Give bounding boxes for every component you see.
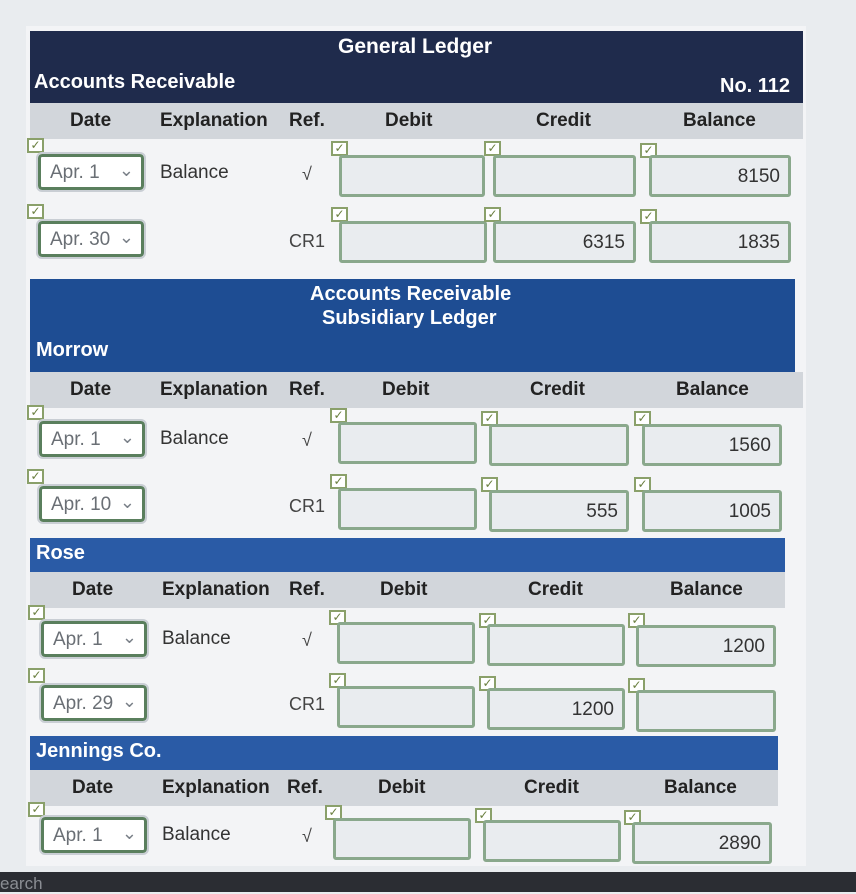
jennings-column-headers: Date Explanation Ref. Debit Credit Balan…	[30, 770, 778, 806]
check-icon: ✓	[484, 141, 501, 156]
balance-field[interactable]	[636, 690, 776, 732]
account-number: No. 112	[720, 75, 791, 97]
col-credit: Credit	[536, 110, 591, 131]
explanation-text: Balance	[160, 162, 229, 183]
debit-field[interactable]	[338, 488, 477, 530]
subsidiary-ledger-header: Accounts Receivable Subsidiary Ledger Mo…	[30, 279, 795, 377]
chevron-down-icon: ⌄	[121, 691, 137, 711]
chevron-down-icon: ⌄	[119, 492, 135, 512]
account-name-jennings: Jennings Co.	[36, 740, 162, 762]
date-dropdown[interactable]: Apr. 1 ⌄	[39, 815, 149, 855]
debit-field[interactable]	[337, 622, 475, 664]
ref-text: √	[302, 630, 312, 650]
debit-field[interactable]	[338, 422, 477, 464]
taskbar: earch	[0, 872, 856, 894]
date-dropdown[interactable]: Apr. 1 ⌄	[37, 419, 147, 459]
account-name: Accounts Receivable	[34, 71, 236, 93]
credit-field[interactable]	[483, 820, 621, 862]
gl-column-headers: Date Explanation Ref. Debit Credit Balan…	[30, 103, 803, 139]
balance-field[interactable]: 1200	[636, 625, 776, 667]
account-name-morrow: Morrow	[36, 339, 109, 361]
check-icon: ✓	[331, 141, 348, 156]
ref-text: CR1	[289, 496, 326, 516]
credit-field[interactable]: 6315	[493, 221, 636, 263]
chevron-down-icon: ⌄	[121, 823, 137, 843]
check-icon: ✓	[27, 405, 44, 420]
chevron-down-icon: ⌄	[121, 627, 137, 647]
check-icon: ✓	[330, 474, 347, 489]
jennings-header: Jennings Co.	[30, 736, 778, 770]
debit-field[interactable]	[337, 686, 475, 728]
subsidiary-title-line1: Accounts Receivable	[310, 283, 512, 305]
ref-text: CR1	[289, 694, 326, 714]
check-icon: ✓	[27, 204, 44, 219]
general-ledger-header: General Ledger Accounts Receivable No. 1…	[30, 31, 803, 103]
col-balance: Balance	[683, 110, 756, 131]
credit-field[interactable]: 555	[489, 490, 629, 532]
date-dropdown[interactable]: Apr. 1 ⌄	[36, 152, 146, 192]
balance-field[interactable]: 8150	[649, 155, 791, 197]
account-name-rose: Rose	[36, 542, 85, 564]
check-icon: ✓	[484, 207, 501, 222]
rose-column-headers: Date Explanation Ref. Debit Credit Balan…	[30, 572, 785, 608]
col-explanation: Explanation	[160, 110, 268, 131]
balance-field[interactable]: 2890	[632, 822, 772, 864]
subsidiary-title-line2: Subsidiary Ledger	[322, 307, 497, 329]
rose-header: Rose	[30, 538, 785, 572]
check-icon: ✓	[27, 138, 44, 153]
check-icon: ✓	[27, 469, 44, 484]
morrow-column-headers: Date Explanation Ref. Debit Credit Balan…	[30, 372, 803, 408]
chevron-down-icon: ⌄	[118, 160, 134, 180]
balance-field[interactable]: 1005	[642, 490, 782, 532]
debit-field[interactable]	[339, 155, 485, 197]
date-dropdown[interactable]: Apr. 10 ⌄	[37, 484, 147, 524]
credit-field[interactable]	[493, 155, 636, 197]
explanation-text: Balance	[160, 428, 229, 449]
chevron-down-icon: ⌄	[118, 227, 134, 247]
explanation-text: Balance	[162, 824, 231, 845]
col-ref: Ref.	[289, 110, 325, 131]
credit-field[interactable]	[489, 424, 629, 466]
check-icon: ✓	[28, 668, 45, 683]
taskbar-search-text[interactable]: earch	[0, 874, 43, 894]
debit-field[interactable]	[339, 221, 487, 263]
check-icon: ✓	[331, 207, 348, 222]
ref-text: √	[302, 164, 312, 184]
general-ledger-title: General Ledger	[338, 35, 493, 58]
ref-text: √	[302, 430, 312, 450]
date-dropdown[interactable]: Apr. 29 ⌄	[39, 683, 149, 723]
ref-text: CR1	[289, 231, 326, 251]
debit-field[interactable]	[333, 818, 471, 860]
check-icon: ✓	[28, 605, 45, 620]
date-dropdown[interactable]: Apr. 1 ⌄	[39, 619, 149, 659]
explanation-text: Balance	[162, 628, 231, 649]
credit-field[interactable]	[487, 624, 625, 666]
col-date: Date	[70, 110, 112, 131]
credit-field[interactable]: 1200	[487, 688, 625, 730]
chevron-down-icon: ⌄	[119, 427, 135, 447]
date-dropdown[interactable]: Apr. 30 ⌄	[36, 219, 146, 259]
ref-text: √	[302, 826, 312, 846]
balance-field[interactable]: 1835	[649, 221, 791, 263]
col-debit: Debit	[385, 110, 433, 131]
check-icon: ✓	[330, 408, 347, 423]
balance-field[interactable]: 1560	[642, 424, 782, 466]
